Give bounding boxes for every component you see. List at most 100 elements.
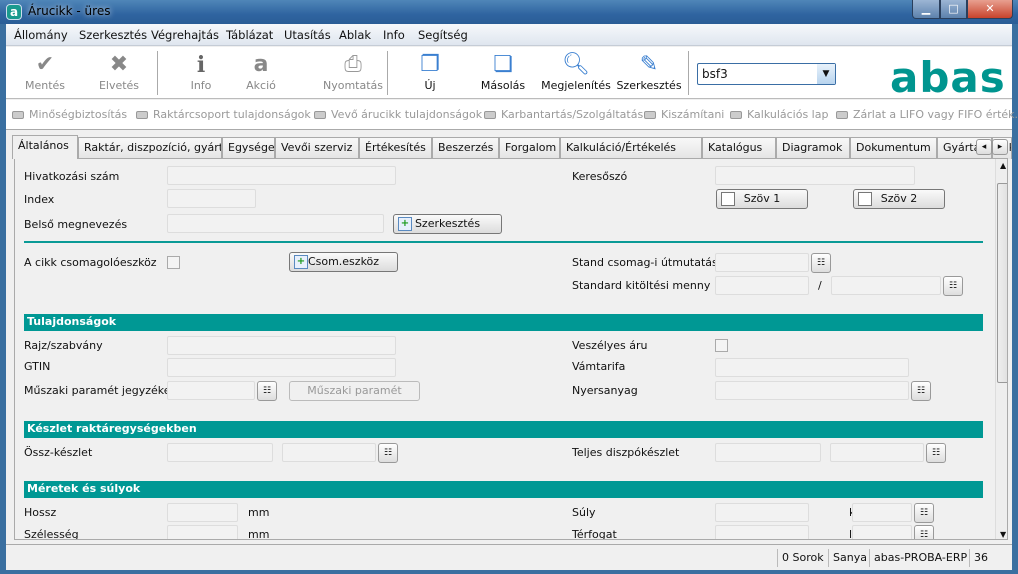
tech-param-list-label: Műszaki paramét jegyzéke — [24, 384, 171, 397]
packaging-checkbox[interactable] — [167, 256, 180, 269]
raw-material-input[interactable] — [715, 381, 909, 400]
menu-allomany[interactable]: Állomány — [14, 28, 68, 42]
tab-6[interactable]: Forgalom — [499, 137, 560, 159]
module-item[interactable]: Vevő árucikk tulajdonságok — [314, 108, 482, 121]
scroll-down-icon[interactable]: ▼ — [1000, 530, 1006, 539]
module-item[interactable]: Raktárcsoport tulajdonságok — [136, 108, 311, 121]
module-item[interactable]: Minőségbiztosítás — [12, 108, 127, 121]
selection-icon[interactable]: ☷ — [811, 253, 831, 273]
selection-icon[interactable]: ☷ — [378, 443, 398, 463]
volume-input[interactable] — [715, 525, 809, 539]
total-avail-unit-input[interactable] — [830, 443, 924, 462]
menu-ablak[interactable]: Ablak — [339, 28, 371, 42]
tab-4[interactable]: Értékesítés — [359, 137, 432, 159]
title-bar: a Árucikk - üres ▁ □ ✕ — [0, 0, 1018, 24]
packaging-button[interactable]: + Csom.eszköz — [289, 252, 398, 272]
std-fill-qty-input[interactable] — [715, 276, 809, 295]
maximize-button[interactable]: □ — [940, 0, 967, 19]
search-word-input[interactable] — [715, 166, 915, 185]
length-unit: mm — [248, 506, 270, 519]
module-icon — [836, 111, 848, 119]
module-item[interactable]: Karbantartás/Szolgáltatás — [484, 108, 643, 121]
total-stock-input[interactable] — [167, 443, 273, 462]
index-input[interactable] — [167, 189, 256, 208]
menu-szerkesztes[interactable]: Szerkesztés — [79, 28, 147, 42]
text2-button[interactable]: Szöv 2 — [853, 189, 945, 209]
view-button[interactable]: 🔍︎ Megjelenítés — [536, 51, 616, 97]
tab-scroll-left[interactable]: ◂ — [976, 139, 992, 155]
selection-icon[interactable]: ☷ — [926, 443, 946, 463]
total-avail-input[interactable] — [715, 443, 821, 462]
tech-param-button[interactable]: Műszaki paramét — [289, 381, 420, 401]
menu-utasitas[interactable]: Utasítás — [284, 28, 331, 42]
std-fill-unit-input[interactable] — [831, 276, 941, 295]
gtin-label: GTIN — [24, 360, 51, 373]
selection-icon[interactable]: ☷ — [914, 503, 934, 523]
print-button[interactable]: ⎙ Nyomtatás — [311, 51, 395, 97]
width-input[interactable] — [167, 525, 238, 539]
status-bar: 0 Sorok Sanya abas-PROBA-ERP 36 — [6, 544, 1012, 568]
menu-tablazat[interactable]: Táblázat — [226, 28, 273, 42]
vertical-scrollbar[interactable]: ▲ ▼ — [995, 159, 1007, 539]
tab-5[interactable]: Beszerzés — [432, 137, 499, 159]
gtin-input[interactable] — [167, 358, 396, 377]
tech-param-list-input[interactable] — [167, 381, 255, 400]
customs-input[interactable] — [715, 358, 909, 377]
total-stock-unit-input[interactable] — [282, 443, 376, 462]
module-icon — [644, 111, 656, 119]
tab-scroll-right[interactable]: ▸ — [992, 139, 1008, 155]
tab-8[interactable]: Katalógus — [702, 137, 776, 159]
dangerous-checkbox[interactable] — [715, 339, 728, 352]
close-button[interactable]: ✕ — [967, 0, 1013, 19]
ref-no-input[interactable] — [167, 166, 396, 185]
tab-3[interactable]: Vevői szerviz — [275, 137, 359, 159]
general-tab-panel: Hivatkozási szám Index Belső megnevezés + Sz… — [14, 158, 1008, 540]
drawing-input[interactable] — [167, 336, 396, 355]
module-item[interactable]: Zárlat a LIFO vagy FIFO érték... — [836, 108, 1018, 121]
toolbar: ✔ Mentés ✖ Elvetés i Info a Akció ⎙ Nyomtatás… — [6, 47, 1012, 102]
volume-per-input[interactable] — [852, 525, 912, 539]
menu-segitseg[interactable]: Segítség — [418, 28, 468, 42]
weight-input[interactable] — [715, 503, 809, 522]
new-button[interactable]: ❐ Új — [393, 51, 467, 97]
discard-button[interactable]: ✖ Elvetés — [82, 51, 156, 97]
chevron-down-icon[interactable]: ▼ — [817, 64, 835, 84]
tab-10[interactable]: Dokumentum — [850, 137, 937, 159]
menu-info[interactable]: Info — [383, 28, 405, 42]
selection-icon[interactable]: ☷ — [914, 525, 934, 539]
weight-per-input[interactable] — [852, 503, 912, 522]
raw-material-label: Nyersanyag — [572, 384, 638, 397]
menu-vegrehajtas[interactable]: Végrehajtás — [151, 28, 219, 42]
selection-icon[interactable]: ☷ — [911, 381, 931, 401]
internal-name-label: Belső megnevezés — [24, 218, 128, 231]
tab-2[interactable]: Egységek — [222, 137, 275, 159]
tab-7[interactable]: Kalkuláció/Értékelés — [560, 137, 702, 159]
text1-button[interactable]: Szöv 1 — [716, 189, 808, 209]
module-item[interactable]: Kalkulációs lap — [730, 108, 828, 121]
copy-button[interactable]: ❏ Másolás — [466, 51, 540, 97]
tab-bar: Általános Raktár, diszpozíció, gyártás Egy… — [12, 135, 1012, 159]
company-combo[interactable]: bsf3 ▼ — [697, 63, 836, 85]
tab-1[interactable]: Raktár, diszpozíció, gyártás — [78, 137, 222, 159]
width-unit: mm — [248, 528, 270, 540]
row-count: 0 Sorok — [777, 549, 828, 567]
selection-icon[interactable]: ☷ — [943, 276, 963, 296]
edit-button[interactable]: ✎ Szerkesztés — [612, 51, 686, 97]
search-word-label: Keresőszó — [572, 170, 628, 183]
std-pack-instr-input[interactable] — [715, 253, 809, 272]
internal-name-input[interactable] — [167, 214, 384, 233]
minimize-button[interactable]: ▁ — [912, 0, 940, 19]
scrollbar-thumb[interactable] — [997, 183, 1007, 383]
x-icon: ✖ — [109, 52, 129, 77]
tab-0[interactable]: Általános — [12, 135, 78, 159]
tab-9[interactable]: Diagramok — [776, 137, 850, 159]
length-input[interactable] — [167, 503, 238, 522]
scroll-up-icon[interactable]: ▲ — [1000, 161, 1006, 170]
action-button[interactable]: a Akció — [224, 51, 298, 97]
module-bar: Minőségbiztosítás Raktárcsoport tulajdon… — [6, 100, 1018, 130]
save-button[interactable]: ✔ Mentés — [8, 51, 82, 97]
selection-icon[interactable]: ☷ — [257, 381, 277, 401]
edit-text-button[interactable]: + Szerkesztés — [393, 214, 502, 234]
module-item[interactable]: Kiszámítani — [644, 108, 724, 121]
module-icon — [136, 111, 148, 119]
